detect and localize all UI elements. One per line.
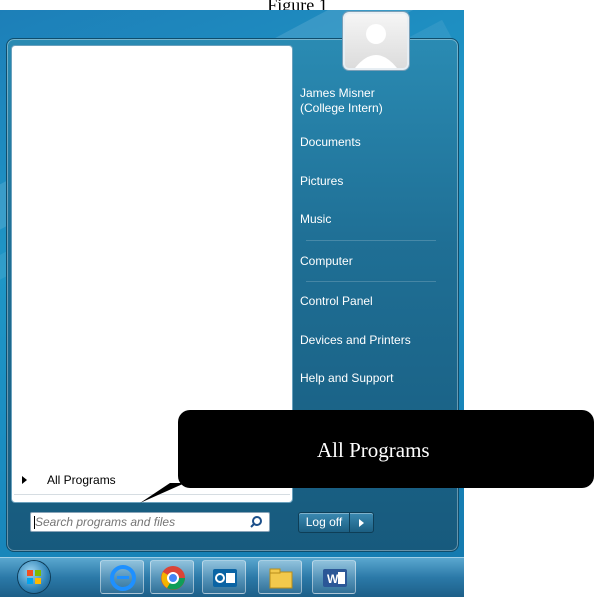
user-picture[interactable] [343, 12, 409, 70]
all-programs-item[interactable]: All Programs [22, 470, 116, 490]
start-orb-icon[interactable] [18, 561, 50, 593]
right-item-music[interactable]: Music [300, 212, 440, 227]
search-icon[interactable] [249, 515, 263, 529]
callout-box: All Programs [178, 410, 594, 488]
user-silhouette-icon [355, 24, 397, 68]
callout-pointer [140, 483, 185, 503]
search-box[interactable] [30, 512, 270, 532]
logoff-label: Log off [299, 513, 350, 532]
logoff-button[interactable]: Log off [298, 512, 374, 533]
chrome-icon[interactable] [150, 560, 194, 594]
outlook-icon[interactable] [202, 560, 246, 594]
file-explorer-icon[interactable] [258, 560, 302, 594]
logoff-options-arrow-icon[interactable] [350, 513, 373, 532]
svg-text:W: W [327, 572, 339, 586]
user-name-line2[interactable]: (College Intern) [300, 101, 440, 116]
figure-caption: Figure 1 [267, 0, 328, 10]
right-item-control-panel[interactable]: Control Panel [300, 294, 440, 309]
callout-text: All Programs [317, 438, 430, 462]
user-name-line1[interactable]: James Misner [300, 86, 440, 101]
right-item-help-and-support[interactable]: Help and Support [300, 371, 440, 386]
right-item-documents[interactable]: Documents [300, 135, 440, 150]
right-item-computer[interactable]: Computer [300, 254, 440, 269]
divider [306, 281, 436, 282]
right-arrow-icon [22, 476, 27, 484]
word-icon[interactable]: W [312, 560, 356, 594]
search-input[interactable] [35, 514, 235, 530]
right-item-devices-and-printers[interactable]: Devices and Printers [300, 333, 440, 348]
right-item-pictures[interactable]: Pictures [300, 174, 440, 189]
internet-explorer-icon[interactable] [100, 560, 144, 594]
all-programs-label: All Programs [47, 473, 116, 487]
divider [306, 240, 436, 241]
